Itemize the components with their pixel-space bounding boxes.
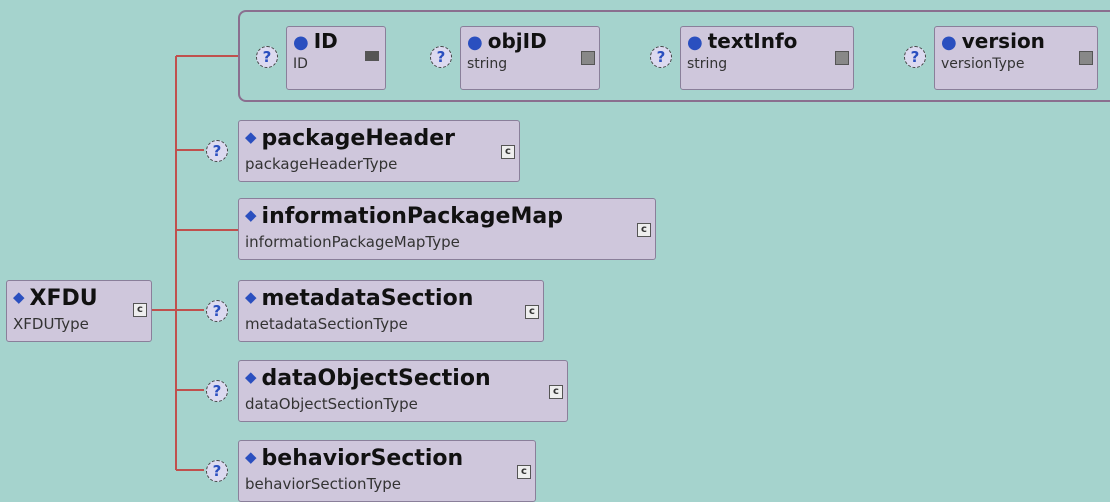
required-bar-icon (365, 51, 379, 61)
optional-icon[interactable]: ? (206, 300, 228, 322)
child-element-type: informationPackageMapType (245, 233, 460, 251)
child-element-name: informationPackageMap (261, 204, 563, 229)
child-element-type: metadataSectionType (245, 315, 408, 333)
child-element-name: packageHeader (261, 126, 456, 151)
child-informationpackagemap-box[interactable]: ◆ informationPackageMap informationPackag… (238, 198, 656, 260)
attribute-name: textInfo (707, 29, 798, 53)
element-diamond-icon: ◆ (245, 288, 257, 306)
attribute-type: versionType (941, 56, 1025, 72)
complex-type-icon[interactable]: c (517, 465, 531, 479)
element-diamond-icon: ◆ (245, 128, 257, 146)
element-diamond-icon: ◆ (245, 206, 257, 224)
complex-type-icon[interactable]: c (549, 385, 563, 399)
child-metadatasection-box[interactable]: ◆ metadataSection metadataSectionType c (238, 280, 544, 342)
child-dataobjectsection-box[interactable]: ◆ dataObjectSection dataObjectSectionType… (238, 360, 568, 422)
child-behaviorsection-box[interactable]: ◆ behaviorSection behaviorSectionType c (238, 440, 536, 502)
complex-type-icon[interactable]: c (133, 303, 147, 317)
complex-type-icon[interactable]: c (637, 223, 651, 237)
attribute-name: objID (487, 29, 547, 53)
child-packageheader-box[interactable]: ◆ packageHeader packageHeaderType c (238, 120, 520, 182)
complex-type-icon[interactable]: c (525, 305, 539, 319)
optional-icon[interactable]: ? (650, 46, 672, 68)
complex-type-icon[interactable]: c (501, 145, 515, 159)
optional-icon[interactable]: ? (430, 46, 452, 68)
child-element-name: metadataSection (261, 286, 474, 311)
attribute-version-box[interactable]: ● version versionType (934, 26, 1098, 90)
child-element-type: packageHeaderType (245, 155, 398, 173)
attribute-id-box[interactable]: ● ID ID (286, 26, 386, 90)
root-element-type: XFDUType (13, 315, 89, 333)
child-element-name: dataObjectSection (261, 366, 491, 391)
attribute-objid-box[interactable]: ● objID string (460, 26, 600, 90)
element-diamond-icon: ◆ (245, 448, 257, 466)
optional-icon[interactable]: ? (206, 140, 228, 162)
schema-diagram: ◆ XFDU XFDUType c ? ● ID ID ? ● objID strin… (0, 0, 1110, 502)
root-element-box[interactable]: ◆ XFDU XFDUType c (6, 280, 152, 342)
attribute-name: version (961, 29, 1045, 53)
simple-type-icon (835, 51, 849, 65)
attribute-name: ID (313, 29, 338, 53)
child-element-name: behaviorSection (261, 446, 464, 471)
simple-type-icon (581, 51, 595, 65)
attribute-textinfo-box[interactable]: ● textInfo string (680, 26, 854, 90)
attribute-type: string (687, 56, 728, 72)
attribute-dot-icon: ● (467, 32, 483, 53)
root-element-name: XFDU (29, 286, 98, 311)
attribute-dot-icon: ● (687, 32, 703, 53)
optional-icon[interactable]: ? (206, 460, 228, 482)
attribute-dot-icon: ● (941, 32, 957, 53)
optional-icon[interactable]: ? (256, 46, 278, 68)
optional-icon[interactable]: ? (904, 46, 926, 68)
element-diamond-icon: ◆ (13, 288, 25, 306)
optional-icon[interactable]: ? (206, 380, 228, 402)
element-diamond-icon: ◆ (245, 368, 257, 386)
simple-type-icon (1079, 51, 1093, 65)
child-element-type: dataObjectSectionType (245, 395, 418, 413)
attribute-dot-icon: ● (293, 32, 309, 53)
child-element-type: behaviorSectionType (245, 475, 402, 493)
attribute-type: string (467, 56, 508, 72)
